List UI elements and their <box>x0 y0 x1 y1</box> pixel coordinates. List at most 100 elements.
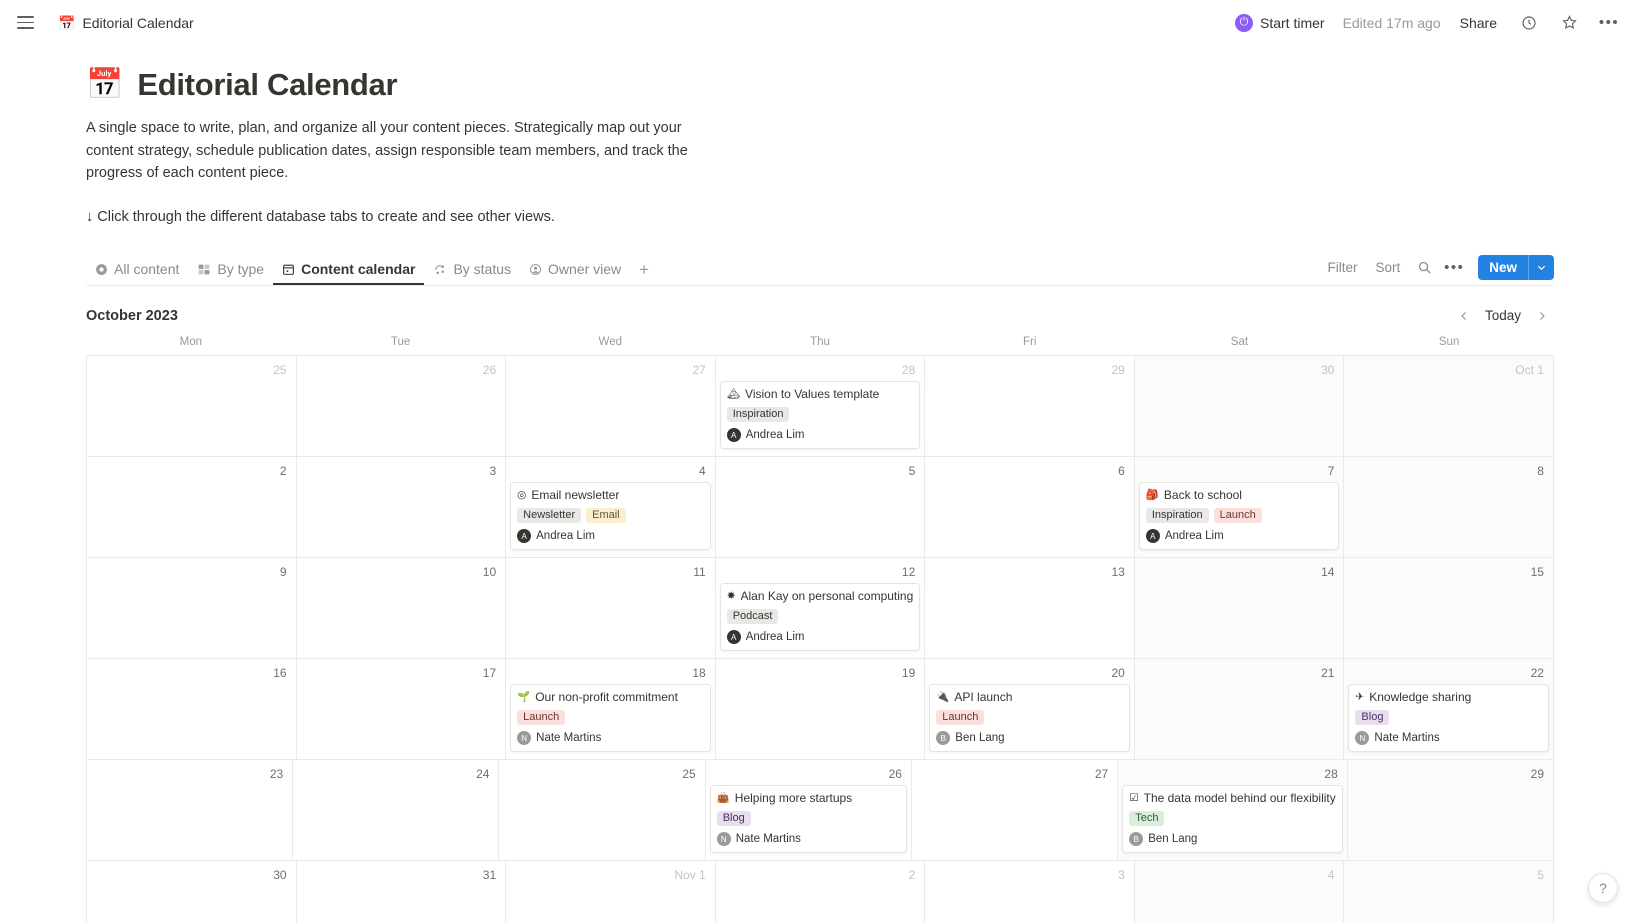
share-button[interactable]: Share <box>1455 12 1502 34</box>
calendar-event-card[interactable]: 🎒 Back to school Inspiration Launch A Andrea … <box>1138 481 1340 551</box>
filter-button[interactable]: Filter <box>1321 257 1363 278</box>
clock-icon[interactable] <box>1516 10 1542 36</box>
calendar-day-cell[interactable]: 25 <box>499 759 706 861</box>
hamburger-icon[interactable] <box>12 10 38 36</box>
prev-month-button[interactable] <box>1452 304 1476 328</box>
calendar-day-cell[interactable]: 19 <box>715 658 926 760</box>
ellipsis-icon[interactable]: ••• <box>1596 10 1622 36</box>
tab-all-content[interactable]: All content <box>86 261 188 284</box>
calendar-day-cell[interactable]: 12 ✸ Alan Kay on personal computing Podcast… <box>715 557 926 659</box>
calendar-day-cell[interactable]: 26 👜 Helping more startups Blog N Nate Martin… <box>705 759 912 861</box>
person-icon <box>529 263 542 276</box>
day-number: 4 <box>1327 867 1335 882</box>
assignee-name: Ben Lang <box>1148 833 1198 846</box>
calendar-day-cell[interactable]: 28 🏔 Vision to Values template Inspiration A… <box>715 355 926 457</box>
event-assignee: A Andrea Lim <box>517 529 704 544</box>
event-title: Our non-profit commitment <box>535 689 678 704</box>
calendar-day-cell[interactable]: 6 <box>925 456 1135 558</box>
calendar-day-cell[interactable]: 13 <box>925 557 1135 659</box>
calendar-day-cell[interactable]: 3 <box>925 860 1135 923</box>
calendar-day-cell[interactable]: 16 <box>87 658 297 760</box>
calendar-day-cell[interactable]: 5 <box>715 456 926 558</box>
calendar-day-cell[interactable]: 7 🎒 Back to school Inspiration Launch A Andrea… <box>1134 456 1345 558</box>
event-tag: Email <box>586 508 626 524</box>
calendar-week-row: 16 17 18 🌱 Our non-profit commitment Launch N N… <box>87 658 1554 760</box>
event-tag: Blog <box>1355 710 1390 726</box>
calendar-day-cell[interactable]: 14 <box>1134 557 1345 659</box>
calendar-day-cell[interactable]: 29 <box>1347 759 1554 861</box>
calendar-weekday-header: Mon Tue Wed Thu Fri Sat Sun <box>86 336 1554 355</box>
calendar-day-cell[interactable]: 24 <box>293 759 500 861</box>
add-view-button[interactable]: + <box>630 261 658 285</box>
new-button[interactable]: New <box>1478 254 1554 280</box>
calendar-day-cell[interactable]: 4 ◎ Email newsletter Newsletter Email A Andrea… <box>506 456 716 558</box>
calendar-day-cell[interactable]: 15 <box>1344 557 1554 659</box>
calendar-event-card[interactable]: ◎ Email newsletter Newsletter Email A Andrea … <box>510 481 711 551</box>
day-number: 3 <box>1118 867 1125 882</box>
avatar: N <box>716 832 731 847</box>
calendar-day-cell[interactable]: 4 <box>1134 860 1345 923</box>
tab-by-type[interactable]: By type <box>188 261 273 284</box>
event-tag: Launch <box>1213 508 1262 524</box>
calendar-day-cell[interactable]: 10 <box>296 557 507 659</box>
help-button[interactable]: ? <box>1588 873 1618 903</box>
calendar-day-cell[interactable]: 28 ☑ The data model behind our flexibility… <box>1118 759 1348 861</box>
calendar-day-cell[interactable]: 25 <box>87 355 297 457</box>
plug-icon: 🔌 <box>936 691 950 704</box>
calendar-day-cell[interactable]: 2 <box>716 860 926 923</box>
chevron-down-icon[interactable] <box>1528 254 1554 280</box>
sort-button[interactable]: Sort <box>1369 257 1406 278</box>
tab-owner-view[interactable]: Owner view <box>520 261 630 284</box>
tab-content-calendar[interactable]: Content calendar <box>273 261 425 286</box>
calendar-day-cell[interactable]: 5 <box>1344 860 1554 923</box>
calendar-day-cell[interactable]: 27 <box>506 355 716 457</box>
calendar-event-card[interactable]: ✈ Knowledge sharing Blog N Nate Martins <box>1348 683 1549 753</box>
today-button[interactable]: Today <box>1478 305 1528 326</box>
calendar-event-card[interactable]: ✸ Alan Kay on personal computing Podcast A A… <box>719 582 921 652</box>
calendar-event-card[interactable]: ☑ The data model behind our flexibility Te… <box>1122 784 1343 854</box>
calendar-day-cell[interactable]: 20 🔌 API launch Launch B Ben Lang <box>925 658 1135 760</box>
day-number: 2 <box>908 867 916 882</box>
calendar-event-card[interactable]: 🏔 Vision to Values template Inspiration A An… <box>719 380 921 450</box>
calendar-day-cell[interactable]: Oct 1 <box>1344 355 1554 457</box>
calendar-day-cell[interactable]: 23 <box>87 759 294 861</box>
start-timer-button[interactable]: ⏻ Start timer <box>1231 11 1329 35</box>
avatar: A <box>1145 529 1160 544</box>
day-number: 17 <box>482 665 497 680</box>
calendar-week-row: 9 10 11 12 ✸ Alan Kay on personal computing Po… <box>87 557 1554 659</box>
event-tag: Blog <box>716 811 751 827</box>
event-title: Knowledge sharing <box>1369 689 1472 704</box>
calendar-day-cell[interactable]: 26 <box>296 355 507 457</box>
calendar-event-card[interactable]: 🌱 Our non-profit commitment Launch N Nate Ma… <box>510 683 711 753</box>
event-title: Helping more startups <box>734 790 853 805</box>
search-icon[interactable] <box>1412 255 1436 279</box>
calendar-day-cell[interactable]: 9 <box>87 557 297 659</box>
event-title: Alan Kay on personal computing <box>740 588 914 603</box>
calendar-event-card[interactable]: 👜 Helping more startups Blog N Nate Martins <box>709 784 907 854</box>
calendar-event-card[interactable]: 🔌 API launch Launch B Ben Lang <box>929 683 1130 753</box>
calendar-day-cell[interactable]: 27 <box>911 759 1119 861</box>
calendar-day-cell[interactable]: 30 <box>87 860 297 923</box>
breadcrumb[interactable]: 📅 Editorial Calendar <box>52 12 200 34</box>
day-number: 26 <box>888 766 902 781</box>
last-edited-label: Edited 17m ago <box>1342 14 1441 31</box>
event-tags: Tech <box>1129 811 1336 827</box>
calendar-day-cell[interactable]: 11 <box>506 557 716 659</box>
next-month-button[interactable] <box>1530 304 1554 328</box>
calendar-day-cell[interactable]: 2 <box>87 456 297 558</box>
day-number: 25 <box>682 766 696 781</box>
calendar-day-cell[interactable]: 17 <box>296 658 507 760</box>
calendar-day-cell[interactable]: 3 <box>296 456 507 558</box>
calendar-day-cell[interactable]: 22 ✈ Knowledge sharing Blog N Nate Martins <box>1344 658 1554 760</box>
calendar-day-cell[interactable]: 8 <box>1344 456 1554 558</box>
calendar-day-cell[interactable]: 31 <box>297 860 507 923</box>
calendar-day-cell[interactable]: 18 🌱 Our non-profit commitment Launch N Nate … <box>506 658 716 760</box>
calendar-day-cell[interactable]: 21 <box>1134 658 1345 760</box>
calendar-day-cell[interactable]: 30 <box>1134 355 1345 457</box>
view-more-icon[interactable]: ••• <box>1442 255 1466 279</box>
event-title: The data model behind our flexibility <box>1143 790 1336 805</box>
star-icon[interactable] <box>1556 10 1582 36</box>
tab-by-status[interactable]: By status <box>424 261 520 284</box>
calendar-day-cell[interactable]: 29 <box>925 355 1135 457</box>
calendar-day-cell[interactable]: Nov 1 <box>506 860 716 923</box>
